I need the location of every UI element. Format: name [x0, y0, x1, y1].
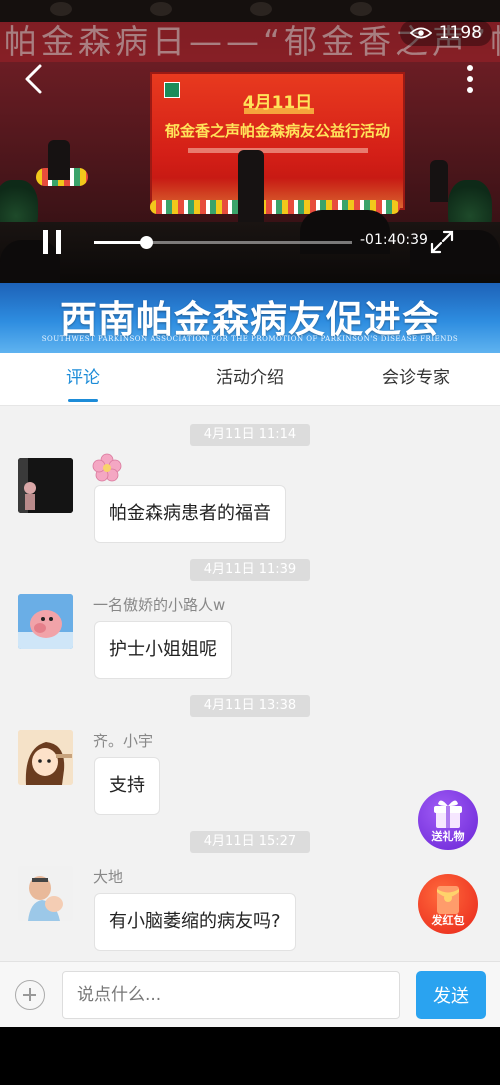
ceiling-light: [350, 2, 372, 16]
navigation-bar-area: [0, 1027, 500, 1085]
view-count: 1198: [438, 23, 482, 43]
avatar[interactable]: [18, 730, 73, 785]
red-packet-button[interactable]: 发红包: [418, 874, 478, 934]
message-bubble[interactable]: 护士小姐姐呢: [94, 621, 232, 679]
nickname: 大地: [93, 868, 124, 886]
add-attachment-button[interactable]: [15, 980, 45, 1010]
flower-sticker-icon: [92, 453, 122, 482]
avatar[interactable]: [18, 458, 73, 513]
person-figure: [48, 140, 70, 180]
tab-bar: 评论 活动介绍 会诊专家: [0, 353, 500, 406]
message-timestamp: 4月11日 15:27: [190, 831, 310, 853]
progress-bar[interactable]: [94, 236, 352, 249]
message-timestamp: 4月11日 11:39: [190, 559, 310, 581]
message-timestamp: 4月11日 11:14: [190, 424, 310, 446]
red-packet-label: 发红包: [431, 914, 465, 927]
avatar-image: [18, 730, 73, 785]
send-gift-button[interactable]: 送礼物: [418, 790, 478, 850]
pause-icon: [56, 230, 61, 254]
ceiling-light: [250, 2, 272, 16]
eye-icon: [409, 27, 432, 39]
comment-input-bar: 发送: [0, 961, 500, 1028]
avatar[interactable]: [18, 594, 73, 649]
tab-event-intro[interactable]: 活动介绍: [200, 353, 300, 405]
send-gift-label: 送礼物: [431, 830, 465, 843]
stage-screen: 4月11日 郁金香之声帕金森病友公益行活动: [150, 72, 405, 210]
view-count-badge: 1198: [399, 20, 492, 46]
active-tab-indicator: [68, 399, 98, 402]
progress-knob[interactable]: [139, 236, 153, 249]
person-figure: [430, 160, 448, 202]
progress-played: [94, 241, 146, 244]
nickname: 齐。小宇: [93, 732, 154, 750]
avatar-image: [18, 458, 73, 513]
pause-icon: [43, 230, 48, 254]
playback-controls: -01:40:39: [0, 222, 500, 262]
association-header: 西南帕金森病友促进会 SOUTHWEST PARKINSON ASSOCIATI…: [0, 283, 500, 353]
fullscreen-icon[interactable]: [428, 228, 456, 256]
ceiling-light: [150, 2, 172, 16]
more-options-icon[interactable]: [466, 64, 474, 94]
comment-list[interactable]: 4月11日 11:14 帕金森病患者的福音 4月11日 11:39 一名傲娇的小…: [0, 406, 500, 961]
time-remaining: -01:40:39: [360, 232, 428, 248]
venue-ceiling: [0, 0, 500, 22]
screen-date-subline: [244, 108, 314, 114]
message-bubble[interactable]: 支持: [94, 757, 160, 815]
avatar[interactable]: [18, 866, 73, 921]
pause-button[interactable]: [40, 230, 64, 256]
association-subtitle: SOUTHWEST PARKINSON ASSOCIATION FOR THE …: [41, 335, 459, 343]
tab-comments[interactable]: 评论: [48, 353, 118, 405]
message-timestamp: 4月11日 13:38: [190, 695, 310, 717]
video-player[interactable]: 帕金森病日——“郁金香之声”帕金森 4月11日 郁金香之声帕金森病友公益行活动 …: [0, 0, 500, 283]
screen-subline: [188, 148, 368, 153]
avatar-image: [18, 866, 73, 921]
comment-input[interactable]: [62, 971, 400, 1019]
avatar-image: [18, 594, 73, 649]
message-bubble[interactable]: 帕金森病患者的福音: [94, 485, 286, 543]
screen-headline: 郁金香之声帕金森病友公益行活动: [164, 122, 390, 140]
nickname: 一名傲娇的小路人w: [93, 596, 226, 614]
message-bubble[interactable]: 有小脑萎缩的病友吗?: [94, 893, 296, 951]
tab-experts[interactable]: 会诊专家: [366, 353, 466, 405]
send-button[interactable]: 发送: [416, 971, 486, 1019]
ceiling-light: [50, 2, 72, 16]
back-arrow-icon[interactable]: [20, 62, 48, 96]
